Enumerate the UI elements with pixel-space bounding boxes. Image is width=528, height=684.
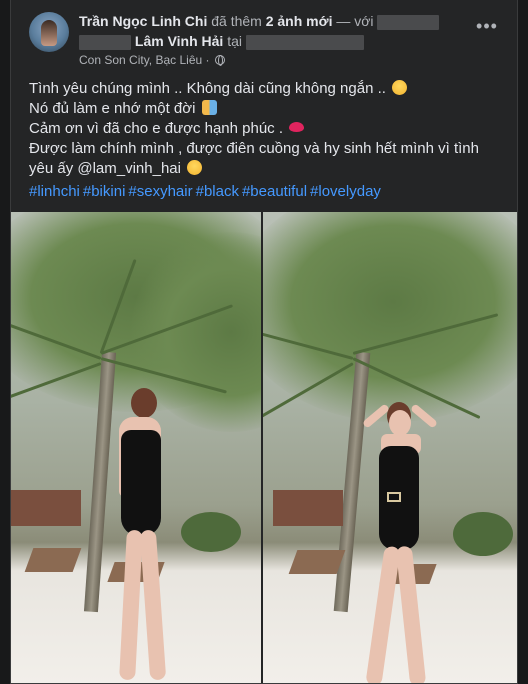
- beach-chair: [24, 548, 82, 572]
- kiss-mark-emoji: [289, 122, 305, 132]
- caption-line: Được làm chính mình , được điên cuồng và…: [29, 140, 479, 157]
- photo-count[interactable]: 2 ảnh mới: [266, 13, 333, 29]
- hashtag-list: #linhchi #bikini #sexyhair #black #beautiful…: [29, 183, 384, 201]
- hashtag-link[interactable]: #beautiful: [242, 183, 307, 200]
- globe-icon: [214, 55, 225, 66]
- post-header: Trần Ngọc Linh Chi đã thêm 2 ảnh mới — v…: [79, 12, 489, 30]
- hashtag-link[interactable]: #bikini: [83, 183, 126, 200]
- smiling-face-emoji: [392, 80, 408, 95]
- hashtag-link[interactable]: #black: [196, 183, 239, 200]
- caption-line: Tình yêu chúng mình .. Không dài cũng kh…: [29, 79, 509, 99]
- post-header-line2: Lâm Vinh Hải tại: [79, 32, 364, 50]
- couple-emoji: [201, 100, 217, 115]
- profile-avatar[interactable]: [29, 12, 69, 52]
- location-link[interactable]: Con Son City, Bạc Liêu ·: [79, 53, 210, 67]
- post-card: Trần Ngọc Linh Chi đã thêm 2 ảnh mới — v…: [10, 0, 518, 684]
- hashtag-link[interactable]: #sexyhair: [128, 183, 192, 200]
- redacted-name: [377, 14, 440, 30]
- author-name[interactable]: Trần Ngọc Linh Chi: [79, 13, 207, 29]
- beach-chair: [288, 550, 346, 574]
- tagged-user[interactable]: Lâm Vinh Hải: [135, 33, 223, 49]
- at-text: tại: [227, 33, 243, 49]
- post-meta: Con Son City, Bạc Liêu ·: [79, 53, 225, 67]
- more-options-icon[interactable]: •••: [475, 16, 499, 40]
- hashtag-link[interactable]: #linhchi: [29, 183, 80, 200]
- post-photo-2[interactable]: [263, 212, 517, 683]
- redacted-place: [245, 34, 364, 50]
- hut: [273, 490, 343, 526]
- with-text: — với: [336, 13, 374, 29]
- post-caption: Tình yêu chúng mình .. Không dài cũng kh…: [29, 79, 509, 179]
- hut: [11, 490, 81, 526]
- caption-line: yêu ấy @lam_vinh_hai: [29, 159, 509, 179]
- swimsuit: [121, 430, 161, 536]
- hashtag-link[interactable]: #lovelyday: [310, 183, 381, 200]
- post-photo-1[interactable]: [11, 212, 261, 683]
- caption-line: Nó đủ làm e nhớ một đời: [29, 99, 509, 119]
- caption-line: Cảm ơn vì đã cho e được hạnh phúc .: [29, 119, 509, 139]
- belt-buckle: [387, 492, 401, 502]
- redacted-name: [79, 34, 131, 50]
- smiling-face-emoji: [187, 160, 203, 175]
- action-text: đã thêm: [211, 13, 262, 29]
